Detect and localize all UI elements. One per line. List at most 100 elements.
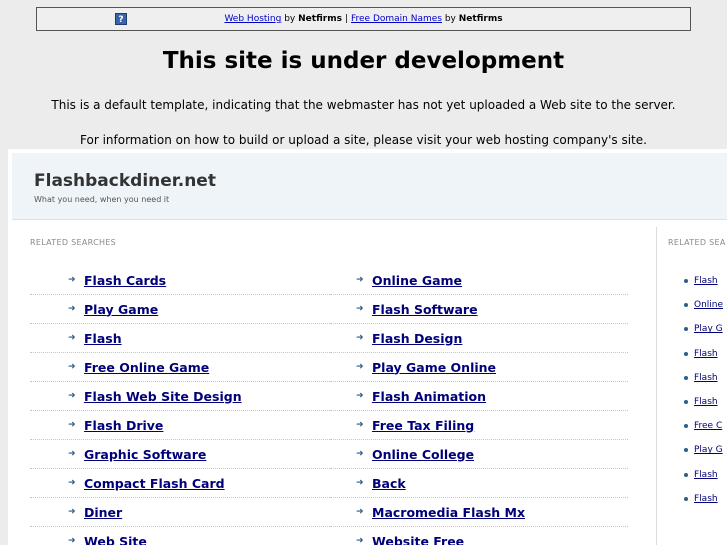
related-search-link[interactable]: Free Tax Filing — [372, 418, 474, 433]
related-search-link[interactable]: Graphic Software — [84, 447, 206, 462]
list-item[interactable]: ➜ Free Tax Filing — [330, 411, 628, 440]
related-search-link[interactable]: Web Site — [84, 534, 147, 545]
separator: | — [344, 14, 348, 24]
arrow-right-icon: ➜ — [356, 362, 364, 372]
bullet-icon — [684, 496, 688, 501]
related-search-link[interactable]: Flash Web Site Design — [84, 389, 242, 404]
arrow-right-icon: ➜ — [356, 449, 364, 459]
panel-header: Flashbackdiner.net What you need, when y… — [12, 153, 727, 220]
related-search-link[interactable]: Flash — [694, 349, 718, 359]
list-item[interactable]: Play G — [684, 438, 727, 462]
related-search-link[interactable]: Flash — [694, 373, 718, 383]
arrow-right-icon: ➜ — [356, 420, 364, 430]
related-search-link[interactable]: Flash — [694, 470, 718, 480]
list-item[interactable]: Flash — [684, 487, 727, 511]
web-hosting-link[interactable]: Web Hosting — [224, 14, 281, 24]
arrow-right-icon: ➜ — [356, 333, 364, 343]
list-item[interactable]: Flash — [684, 463, 727, 487]
page-title: This site is under development — [162, 48, 565, 74]
list-item[interactable]: Online — [684, 293, 727, 317]
arrow-right-icon: ➜ — [68, 333, 76, 343]
site-tagline: What you need, when you need it — [34, 195, 170, 204]
related-search-link[interactable]: Flash — [84, 331, 122, 346]
list-item[interactable]: ➜ Flash Drive — [30, 411, 330, 440]
related-search-link[interactable]: Free Online Game — [84, 360, 209, 375]
related-search-link[interactable]: Diner — [84, 505, 122, 520]
bullet-icon — [684, 375, 688, 380]
bullet-icon — [684, 351, 688, 356]
related-search-link[interactable]: Website Free — [372, 534, 464, 545]
related-searches-label-side: RELATED SEA — [668, 238, 726, 247]
bullet-icon — [684, 303, 688, 308]
list-item[interactable]: ➜ Website Free — [330, 527, 628, 545]
related-search-link[interactable]: Back — [372, 476, 406, 491]
related-list-left: ➜ Flash Cards ➜ Play Game ➜ Flash ➜ Free Online… — [30, 266, 330, 545]
arrow-right-icon: ➜ — [356, 478, 364, 488]
by-text: by — [444, 14, 456, 24]
list-item[interactable]: Flash — [684, 269, 727, 293]
list-item[interactable]: ➜ Graphic Software — [30, 440, 330, 469]
related-search-link[interactable]: Macromedia Flash Mx — [372, 505, 525, 520]
brand-name: Netfirms — [298, 14, 342, 24]
list-item[interactable]: ➜ Play Game Online — [330, 353, 628, 382]
site-name[interactable]: Flashbackdiner.net — [34, 171, 216, 191]
related-search-link[interactable]: Free C — [694, 421, 722, 431]
related-search-link[interactable]: Play G — [694, 445, 723, 455]
related-list-side: Flash Online Play G Flash Flash Flash Free C Pl… — [684, 269, 727, 511]
list-item[interactable]: Flash — [684, 342, 727, 366]
info-text-2: For information on how to build or uploa… — [80, 133, 647, 147]
list-item[interactable]: ➜ Web Site — [30, 527, 330, 545]
related-search-link[interactable]: Flash Cards — [84, 273, 166, 288]
related-search-link[interactable]: Compact Flash Card — [84, 476, 225, 491]
free-domain-link[interactable]: Free Domain Names — [351, 14, 442, 24]
arrow-right-icon: ➜ — [68, 362, 76, 372]
related-search-link[interactable]: Flash Software — [372, 302, 478, 317]
bullet-icon — [684, 279, 688, 284]
related-search-link[interactable]: Online — [694, 300, 723, 310]
arrow-right-icon: ➜ — [68, 507, 76, 517]
list-item[interactable]: Flash — [684, 390, 727, 414]
list-item[interactable]: ➜ Diner — [30, 498, 330, 527]
related-search-link[interactable]: Flash — [694, 397, 718, 407]
list-item[interactable]: ➜ Macromedia Flash Mx — [330, 498, 628, 527]
list-item[interactable]: ➜ Flash Web Site Design — [30, 382, 330, 411]
parked-domain-panel: Flashbackdiner.net What you need, when y… — [8, 149, 727, 545]
arrow-right-icon: ➜ — [356, 304, 364, 314]
list-item[interactable]: ➜ Online College — [330, 440, 628, 469]
bullet-icon — [684, 424, 688, 429]
arrow-right-icon: ➜ — [68, 536, 76, 545]
top-banner: ? Web Hosting by Netfirms | Free Domain … — [36, 7, 691, 31]
related-search-link[interactable]: Play G — [694, 324, 723, 334]
related-search-link[interactable]: Online Game — [372, 273, 462, 288]
related-search-link[interactable]: Flash Design — [372, 331, 462, 346]
list-item[interactable]: Play G — [684, 317, 727, 341]
question-icon[interactable]: ? — [115, 13, 127, 25]
related-search-link[interactable]: Flash — [694, 276, 718, 286]
list-item[interactable]: ➜ Back — [330, 469, 628, 498]
list-item[interactable]: ➜ Free Online Game — [30, 353, 330, 382]
related-search-link[interactable]: Online College — [372, 447, 474, 462]
related-search-link[interactable]: Play Game — [84, 302, 158, 317]
arrow-right-icon: ➜ — [68, 391, 76, 401]
arrow-right-icon: ➜ — [68, 449, 76, 459]
arrow-right-icon: ➜ — [68, 420, 76, 430]
related-search-link[interactable]: Flash — [694, 494, 718, 504]
arrow-right-icon: ➜ — [68, 275, 76, 285]
related-search-link[interactable]: Flash Drive — [84, 418, 163, 433]
related-search-link[interactable]: Play Game Online — [372, 360, 496, 375]
list-item[interactable]: Free C — [684, 414, 727, 438]
list-item[interactable]: ➜ Flash Software — [330, 295, 628, 324]
list-item[interactable]: ➜ Flash Animation — [330, 382, 628, 411]
list-item[interactable]: ➜ Flash — [30, 324, 330, 353]
list-item[interactable]: Flash — [684, 366, 727, 390]
info-text-1: This is a default template, indicating t… — [51, 98, 676, 112]
related-list-right: ➜ Online Game ➜ Flash Software ➜ Flash Design… — [330, 266, 628, 545]
bullet-icon — [684, 400, 688, 405]
list-item[interactable]: ➜ Flash Design — [330, 324, 628, 353]
bullet-icon — [684, 448, 688, 453]
list-item[interactable]: ➜ Online Game — [330, 266, 628, 295]
list-item[interactable]: ➜ Play Game — [30, 295, 330, 324]
list-item[interactable]: ➜ Compact Flash Card — [30, 469, 330, 498]
list-item[interactable]: ➜ Flash Cards — [30, 266, 330, 295]
related-search-link[interactable]: Flash Animation — [372, 389, 486, 404]
